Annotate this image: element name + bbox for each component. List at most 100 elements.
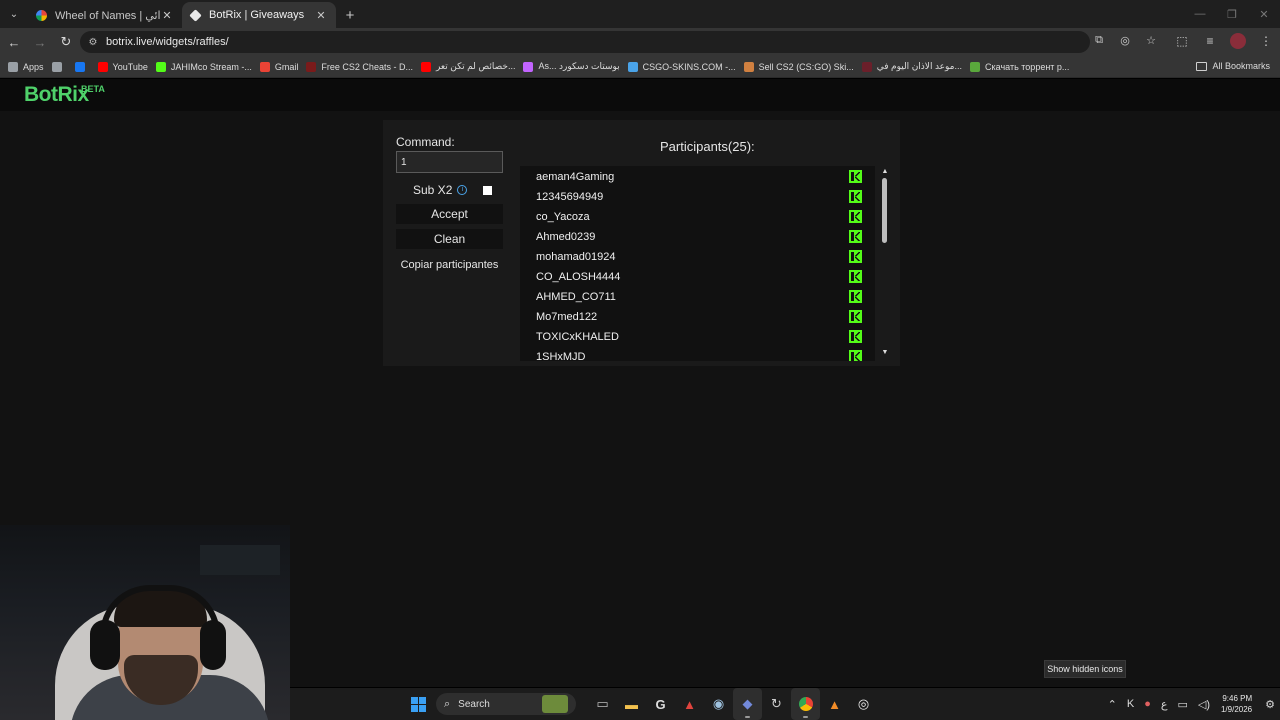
bookmark-item[interactable]: موعد الاذان اليوم في...	[861, 61, 962, 72]
address-bar[interactable]: ⚙ botrix.live/widgets/raffles/	[80, 31, 1090, 53]
network-icon[interactable]: ▭	[1177, 698, 1187, 711]
folder-icon	[1196, 61, 1208, 71]
chrome-icon[interactable]	[791, 688, 820, 720]
taskbar-search[interactable]: ⌕ Search	[436, 693, 576, 715]
info-icon[interactable]: i	[457, 185, 468, 195]
notifications-icon[interactable]: ⚙	[1265, 698, 1275, 711]
bookmark-item[interactable]: CSGO-SKINS.COM -...	[627, 61, 736, 72]
raffle-panel: Command: Sub X2 i Accept Clean Copiar pa…	[383, 120, 900, 366]
participant-row: co_Yacoza	[520, 207, 875, 227]
translate-icon[interactable]: ⧉	[1092, 34, 1106, 47]
tab-search-icon[interactable]: ⌄	[0, 0, 28, 28]
file-explorer-icon[interactable]: ▬	[617, 688, 646, 720]
minimize-button[interactable]: —	[1184, 0, 1216, 28]
new-tab-button[interactable]: +	[336, 2, 364, 28]
participant-name: Mo7med122	[536, 311, 598, 323]
bookmark-star-icon[interactable]: ☆	[1144, 34, 1158, 47]
participant-row: Mo7med122	[520, 307, 875, 327]
bookmark-icon	[51, 61, 62, 72]
participant-row: Ahmed0239	[520, 227, 875, 247]
participants-list[interactable]: aeman4Gaming 12345694949 co_Yacoza Ahmed023…	[520, 166, 875, 361]
bookmarks-bar: Apps YouTube JAHIMco Stream -... Gmail Free …	[0, 56, 1280, 78]
toolbar-actions: ⬚ ≡ ⋮	[1174, 33, 1274, 49]
bookmark-item[interactable]: Free CS2 Cheats - D...	[306, 61, 413, 72]
bookmark-icon	[306, 61, 317, 72]
taskbar: ⌕ Search ▭ ▬ G ▲ ◉ ◆ ↻ ▲ ◎ ⌃ K ● ع ▭ ◁) …	[290, 688, 1280, 720]
bookmark-icon	[743, 61, 754, 72]
botrix-logo[interactable]: BotRix	[24, 83, 89, 107]
bookmark-label: Gmail	[274, 61, 299, 72]
bookmark-icon	[8, 61, 18, 72]
obs-icon[interactable]: ◎	[849, 688, 878, 720]
scroll-thumb[interactable]	[882, 178, 887, 243]
participant-name: aeman4Gaming	[536, 171, 615, 183]
close-icon[interactable]: ✕	[160, 9, 174, 22]
discord-icon[interactable]: ◆	[733, 688, 762, 720]
maximize-button[interactable]: ❐	[1216, 0, 1248, 28]
bookmark-item[interactable]: Apps	[8, 61, 44, 72]
scroll-up-icon[interactable]: ▲	[881, 168, 889, 175]
bookmark-icon	[74, 61, 85, 72]
running-indicator	[803, 716, 808, 718]
menu-icon[interactable]: ⋮	[1258, 34, 1274, 48]
participant-row: mohamad01924	[520, 247, 875, 267]
tab-wheel-of-names[interactable]: Wheel of Names | اسم العشوائي ✕	[28, 2, 182, 28]
participant-row: 12345694949	[520, 187, 875, 207]
bookmark-icon	[155, 61, 166, 72]
headphones-right	[200, 620, 226, 670]
valorant-icon[interactable]: ▲	[675, 688, 704, 720]
kick-icon	[849, 270, 862, 283]
eye-off-icon[interactable]: ◎	[1118, 34, 1132, 47]
bookmark-item[interactable]: خصائص لم تكن تعر...	[420, 61, 515, 72]
back-button[interactable]: ←	[2, 30, 26, 54]
command-input[interactable]	[396, 151, 503, 173]
sub-x2-checkbox[interactable]	[483, 186, 492, 195]
bookmark-icon	[523, 61, 534, 72]
refresh-app-icon[interactable]: ↻	[762, 688, 791, 720]
sub-x2-text: Sub X2	[413, 183, 453, 197]
close-icon[interactable]: ✕	[314, 9, 328, 22]
vlc-icon[interactable]: ▲	[820, 688, 849, 720]
steam-icon[interactable]: ◉	[704, 688, 733, 720]
profile-avatar[interactable]	[1230, 33, 1246, 49]
window-close-button[interactable]: ✕	[1248, 0, 1280, 28]
accept-button[interactable]: Accept	[396, 204, 503, 224]
clock[interactable]: 9:46 PM 1/9/2026	[1221, 693, 1252, 715]
participants-scrollbar[interactable]: ▲ ▼	[881, 166, 889, 361]
microphone-icon[interactable]: ●	[1144, 698, 1151, 710]
bookmark-item[interactable]	[74, 61, 90, 72]
chevron-up-icon[interactable]: ⌃	[1108, 698, 1117, 711]
clean-button[interactable]: Clean	[396, 229, 503, 249]
kick-icon	[849, 350, 862, 361]
extensions-icon[interactable]: ⬚	[1174, 34, 1190, 48]
bookmark-item[interactable]: Sell CS2 (CS:GO) Ski...	[743, 61, 854, 72]
volume-icon[interactable]: ◁)	[1198, 698, 1210, 711]
window-controls: — ❐ ✕	[1184, 0, 1280, 28]
bookmark-item[interactable]: Gmail	[259, 61, 299, 72]
all-bookmarks[interactable]: All Bookmarks	[1196, 61, 1270, 71]
task-view-icon[interactable]: ▭	[588, 688, 617, 720]
participant-name: Ahmed0239	[536, 231, 596, 243]
language-indicator[interactable]: ع	[1161, 698, 1168, 711]
system-tray: ⌃ K ● ع ▭ ◁) 9:46 PM 1/9/2026 ⚙	[1103, 688, 1280, 720]
logitech-icon[interactable]: G	[646, 688, 675, 720]
reload-button[interactable]: ↻	[54, 30, 78, 54]
bookmark-item[interactable]	[51, 61, 67, 72]
headphones-left	[90, 620, 120, 670]
site-info-icon[interactable]: ⚙	[86, 35, 100, 49]
bookmark-item[interactable]: JAHIMco Stream -...	[155, 61, 252, 72]
bookmark-icon	[97, 61, 108, 72]
tab-botrix[interactable]: BotRix | Giveaways ✕	[182, 2, 336, 28]
windows-start-icon[interactable]	[411, 697, 426, 712]
media-icon[interactable]: ≡	[1202, 34, 1218, 48]
copy-participants-button[interactable]: Copiar participantes	[396, 259, 503, 271]
scroll-down-icon[interactable]: ▼	[881, 349, 889, 356]
beta-badge: BETA	[81, 84, 105, 94]
kick-tray-icon[interactable]: K	[1127, 698, 1134, 710]
clock-date: 1/9/2026	[1220, 705, 1253, 714]
bookmark-item[interactable]: Скачать торрент р...	[970, 61, 1069, 72]
forward-button[interactable]: →	[28, 30, 52, 54]
bookmark-item[interactable]: As... بوستات دسكورد	[523, 61, 620, 72]
bookmark-item[interactable]: YouTube	[97, 61, 148, 72]
search-highlight-icon[interactable]	[542, 695, 568, 713]
